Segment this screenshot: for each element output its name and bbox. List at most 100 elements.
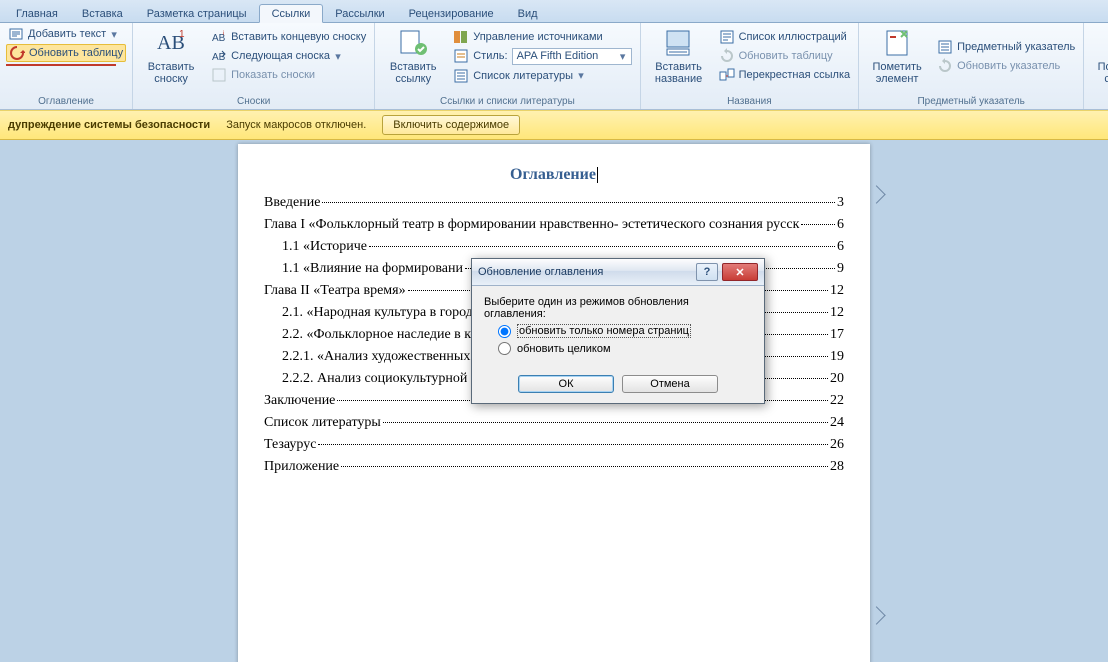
svg-text:AB: AB (212, 52, 226, 63)
cmd-label: Обновить указатель (957, 60, 1060, 72)
style-value: APA Fifth Edition (517, 50, 599, 62)
footnote-icon: AB1 (155, 27, 187, 59)
toc-page: 12 (830, 282, 844, 300)
radio-input[interactable] (498, 325, 511, 338)
toc-leader (341, 466, 828, 467)
radio-input[interactable] (498, 342, 511, 355)
cmd-style[interactable]: Стиль: APA Fifth Edition▾ (451, 47, 633, 66)
toc-text: Список литературы (264, 414, 381, 432)
cmd-label: Предметный указатель (957, 41, 1075, 53)
toc-page: 28 (830, 458, 844, 476)
btn-label: Вставить ссылку (390, 61, 437, 85)
group-label: Таблица (1090, 95, 1108, 109)
svg-text:1: 1 (179, 29, 185, 40)
toc-page: 9 (837, 260, 844, 278)
tab-ссылки[interactable]: Ссылки (259, 4, 324, 23)
radio-label: обновить целиком (517, 343, 611, 355)
cmd-update-figtable[interactable]: Обновить таблицу (717, 47, 853, 65)
cmd-label: Перекрестная ссылка (739, 69, 851, 81)
dialog-titlebar[interactable]: Обновление оглавления ? ✕ (472, 259, 764, 286)
cmd-label: Управление источниками (473, 31, 602, 43)
toc-text: Тезаурус (264, 436, 316, 454)
cmd-insert-endnote[interactable]: ABiВставить концевую сноску (209, 28, 368, 46)
tab-главная[interactable]: Главная (4, 5, 70, 22)
group-label: Названия (647, 95, 853, 109)
crossref-icon (719, 67, 735, 83)
cmd-manage-sources[interactable]: Управление источниками (451, 28, 633, 46)
text-cursor (597, 167, 598, 183)
toc-page: 6 (837, 216, 844, 234)
tab-рассылки[interactable]: Рассылки (323, 5, 396, 22)
toc-page: 12 (830, 304, 844, 322)
ok-button[interactable]: ОК (518, 375, 614, 393)
group-footnotes: AB1 Вставить сноску ABiВставить концевую… (133, 23, 375, 109)
toc-page: 3 (837, 194, 844, 212)
next-footnote-icon: AB (211, 48, 227, 64)
toc-line[interactable]: Введение3 (264, 194, 844, 212)
cmd-update-index[interactable]: Обновить указатель (935, 57, 1077, 75)
toc-text: Глава II «Театра время» (264, 282, 406, 300)
tab-вставка[interactable]: Вставка (70, 5, 135, 22)
toc-line[interactable]: Список литературы 24 (264, 414, 844, 432)
cmd-update-toc[interactable]: Обновить таблицу (6, 44, 126, 62)
toc-text: Глава I «Фольклорный театр в формировани… (264, 216, 799, 234)
cmd-figure-list[interactable]: Список иллюстраций (717, 28, 853, 46)
btn-mark-entry[interactable]: Пометить элемент (865, 25, 929, 87)
btn-insert-caption[interactable]: Вставить название (647, 25, 711, 87)
figure-list-icon (719, 29, 735, 45)
cmd-label: Список литературы (473, 70, 573, 82)
cmd-next-footnote[interactable]: ABСледующая сноска▾ (209, 47, 368, 65)
security-warning-bar: дупреждение системы безопасности Запуск … (0, 110, 1108, 140)
refresh-icon (9, 45, 25, 61)
toc-text: Приложение (264, 458, 339, 476)
toc-page: 6 (837, 238, 844, 256)
ribbon: Добавить текст▾ Обновить таблицу Оглавле… (0, 23, 1108, 110)
chevron-down-icon: ▾ (577, 69, 585, 82)
cancel-button[interactable]: Отмена (622, 375, 718, 393)
toc-line[interactable]: Тезаурус26 (264, 436, 844, 454)
radio-update-pages[interactable]: обновить только номера страниц (498, 324, 752, 338)
dialog-prompt: Выберите один из режимов обновления огла… (484, 296, 752, 320)
refresh-icon (719, 48, 735, 64)
toc-line[interactable]: Приложение 28 (264, 458, 844, 476)
btn-insert-footnote[interactable]: AB1 Вставить сноску (139, 25, 203, 87)
help-button[interactable]: ? (696, 263, 718, 281)
caption-icon (663, 27, 695, 59)
warning-title: дупреждение системы безопасности (8, 119, 210, 131)
close-button[interactable]: ✕ (722, 263, 758, 281)
toc-line[interactable]: Глава I «Фольклорный театр в формировани… (264, 216, 844, 234)
dialog-buttons: ОК Отмена (472, 369, 764, 403)
toc-line[interactable]: 1.1 «Историче6 (264, 238, 844, 256)
cmd-crossref[interactable]: Перекрестная ссылка (717, 66, 853, 84)
toc-leader (383, 422, 828, 423)
cmd-add-text[interactable]: Добавить текст▾ (6, 25, 126, 43)
cmd-show-footnotes[interactable]: Показать сноски (209, 66, 368, 84)
toc-leader (322, 202, 835, 203)
group-index: Пометить элемент Предметный указатель Об… (859, 23, 1084, 109)
tab-рецензирование[interactable]: Рецензирование (397, 5, 506, 22)
toc-page: 24 (830, 414, 844, 432)
toc-text: Заключение (264, 392, 335, 410)
toc-text: 1.1 «Влияние на формировани (282, 260, 463, 278)
warning-text: Запуск макросов отключен. (226, 119, 366, 131)
radio-update-all[interactable]: обновить целиком (498, 342, 752, 355)
cmd-label: Следующая сноска (231, 50, 330, 62)
style-dropdown[interactable]: APA Fifth Edition▾ (512, 48, 632, 65)
cmd-label: Список иллюстраций (739, 31, 847, 43)
mark-entry-icon (881, 27, 913, 59)
tab-разметка страницы[interactable]: Разметка страницы (135, 5, 259, 22)
toc-title: Оглавление (264, 166, 844, 184)
group-authorities: Пометить ссылку Та Таблица (1084, 23, 1108, 109)
tab-вид[interactable]: Вид (506, 5, 550, 22)
toc-page: 22 (830, 392, 844, 410)
btn-mark-citation[interactable]: Пометить ссылку (1090, 25, 1108, 87)
btn-insert-citation[interactable]: Вставить ссылку (381, 25, 445, 87)
cmd-insert-index[interactable]: Предметный указатель (935, 38, 1077, 56)
cmd-bibliography[interactable]: Список литературы ▾ (451, 67, 633, 85)
radio-label: обновить только номера страниц (517, 324, 691, 338)
enable-content-button[interactable]: Включить содержимое (382, 115, 520, 135)
update-toc-dialog: Обновление оглавления ? ✕ Выберите один … (471, 258, 765, 404)
group-captions: Вставить название Список иллюстраций Обн… (641, 23, 860, 109)
cmd-label: Добавить текст (28, 28, 106, 40)
group-citations: Вставить ссылку Управление источниками С… (375, 23, 640, 109)
